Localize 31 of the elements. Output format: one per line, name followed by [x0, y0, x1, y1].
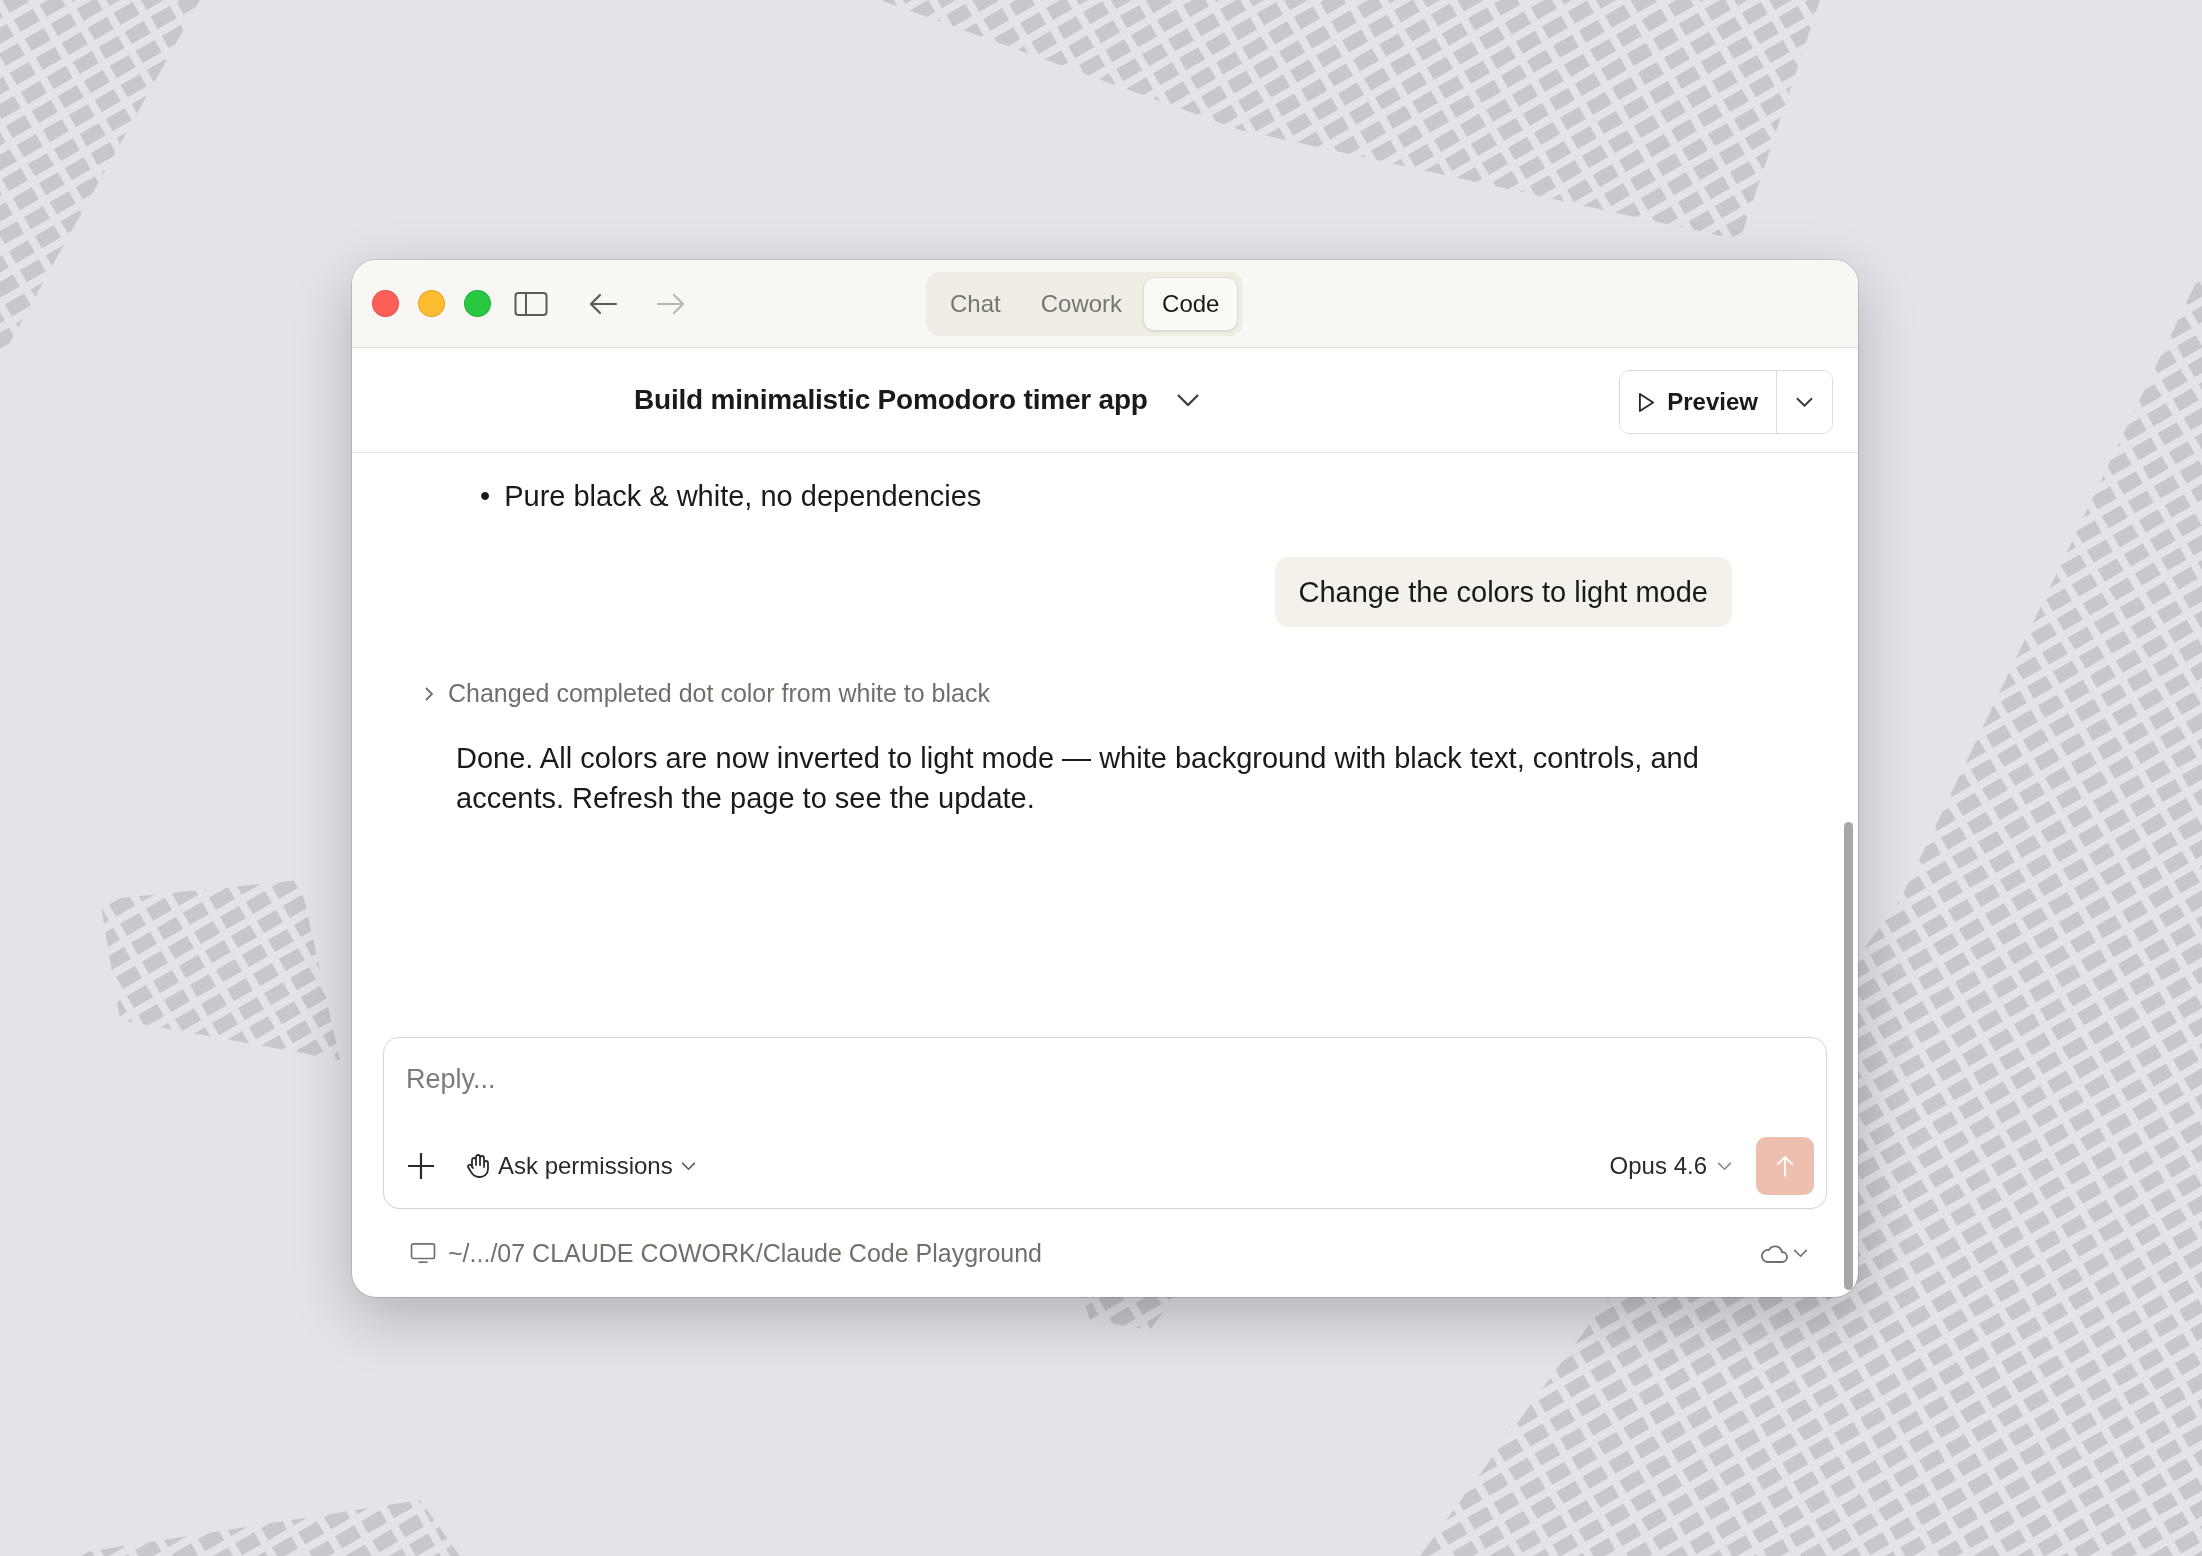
arrow-up-icon	[1776, 1154, 1794, 1178]
minimize-button[interactable]	[418, 290, 445, 317]
chevron-down-icon	[1796, 397, 1813, 407]
tab[interactable]: Chat	[931, 277, 1020, 331]
play-icon	[1638, 391, 1656, 413]
chevron-down-icon	[680, 1161, 696, 1171]
folder-path[interactable]: ~/.../07 CLAUDE COWORK/Claude Code Playground	[448, 1238, 1043, 1268]
chevron-down-icon	[1793, 1248, 1808, 1258]
permissions-dropdown[interactable]: Ask permissions	[460, 1151, 702, 1181]
monitor-icon	[410, 1242, 436, 1264]
tab[interactable]: Cowork	[1021, 277, 1142, 331]
chevron-down-icon	[1717, 1161, 1732, 1171]
plus-icon	[406, 1151, 436, 1181]
zoom-button[interactable]	[464, 290, 491, 317]
bullet-item: Pure black & white, no dependencies	[504, 479, 982, 514]
hand-icon	[466, 1153, 490, 1179]
assistant-reply: Done. All colors are now inverted to light mode — white background with black text, controls, and accents. Refresh the page to see the update.	[456, 741, 1700, 816]
user-message: Change the colors to light mode	[1274, 557, 1732, 627]
chevron-down-icon[interactable]	[1175, 393, 1200, 407]
cloud-icon	[1759, 1242, 1789, 1264]
chevron-right-icon[interactable]	[424, 685, 434, 702]
bullet-marker: •	[480, 479, 491, 514]
scrollbar[interactable]	[1844, 822, 1853, 1290]
reply-field[interactable]: Reply... Ask permissions Opus 4.6	[383, 1037, 1827, 1209]
sidebar-toggle-icon[interactable]	[514, 290, 548, 317]
close-button[interactable]	[372, 290, 399, 317]
back-arrow-icon[interactable]	[588, 291, 618, 316]
conversation-title: Build minimalistic Pomodoro timer app	[634, 384, 1148, 416]
model-dropdown[interactable]: Opus 4.6	[1603, 1151, 1738, 1181]
tab[interactable]: Code	[1143, 277, 1239, 331]
activity-summary[interactable]: Changed completed dot color from white to black	[448, 679, 990, 708]
